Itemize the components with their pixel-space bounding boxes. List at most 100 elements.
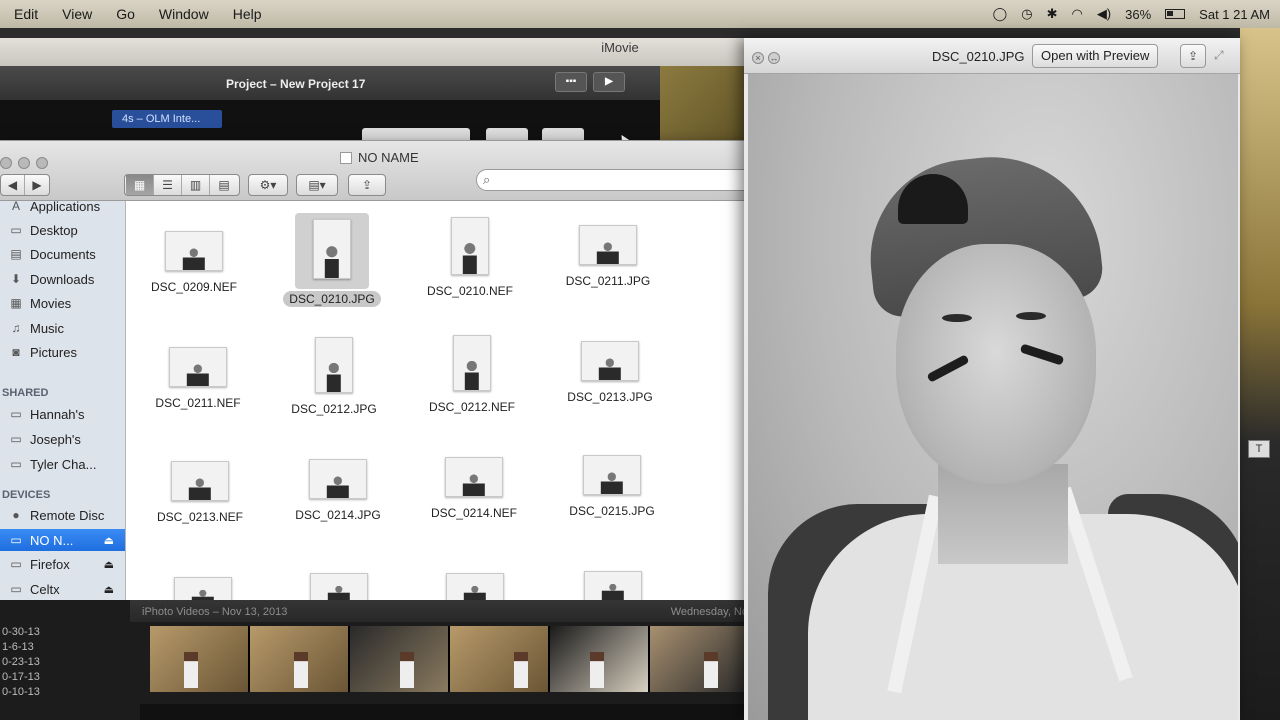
file-item[interactable]: DSC_0214.NEF [414, 457, 534, 557]
expand-icon[interactable]: ⤢ [1214, 48, 1224, 63]
image-thumbnail [445, 457, 503, 497]
image-thumbnail [581, 341, 639, 381]
event-date-item[interactable]: 0-17-13 [0, 671, 125, 686]
pictures-icon: ◙ [12, 345, 20, 359]
computer-icon: ▭ [10, 432, 22, 446]
volume-icon[interactable]: ◀) [1097, 6, 1111, 22]
open-with-preview-button[interactable]: Open with Preview [1032, 44, 1159, 68]
file-item[interactable]: DSC_0213.JPG [550, 341, 670, 441]
event-date-item[interactable]: 1-6-13 [0, 641, 125, 656]
sidebar-item-music[interactable]: ♫ Music [0, 317, 125, 339]
video-frame [650, 626, 748, 692]
finder-window: NO NAME ◀ ▶ ▦ ☰ ▥ ▤ ⚙▾ ▤▾ ⇪ ⌕ A Applicati… [0, 140, 752, 601]
minimize-button[interactable] [18, 157, 30, 169]
arrange-button[interactable]: ▤▾ [296, 174, 338, 196]
file-item[interactable]: DSC_0211.NEF [138, 347, 258, 447]
finder-title-text: NO NAME [358, 150, 419, 165]
clip-label[interactable]: 4s – OLM Inte... [112, 110, 222, 128]
coverflow-view-button[interactable]: ▤ [210, 175, 238, 195]
time-machine-icon[interactable]: ◷ [1021, 6, 1032, 22]
video-filmstrip[interactable] [150, 626, 752, 692]
sidebar-item-firefox[interactable]: ▭ Firefox ⏏ [0, 553, 125, 575]
file-item[interactable]: DSC_0214.JPG [278, 459, 398, 559]
project-toggle-button[interactable]: ▶ [593, 72, 625, 92]
sidebar-item-movies[interactable]: ▦ Movies [0, 292, 125, 314]
sidebar-item-no-name[interactable]: ▭ NO N... ⏏ [0, 529, 125, 551]
menu-edit[interactable]: Edit [14, 6, 38, 22]
file-item[interactable]: DSC_0209.NEF [134, 231, 254, 331]
file-item[interactable]: DSC_0210.NEF [410, 217, 530, 317]
menu-window[interactable]: Window [159, 6, 209, 22]
image-thumbnail[interactable] [446, 573, 504, 601]
zoom-button[interactable] [36, 157, 48, 169]
disk-icon [340, 151, 352, 164]
sidebar-item-remote-disc[interactable]: ● Remote Disc [0, 504, 125, 526]
menu-view[interactable]: View [62, 6, 92, 22]
image-thumbnail [171, 461, 229, 501]
fullscreen-icon[interactable]: ↔ [768, 52, 780, 64]
back-forward-control: ◀ ▶ [0, 174, 50, 196]
status-area: ◯ ◷ ✱ ◠ ◀) 36% Sat 1 21 AM [993, 0, 1270, 28]
sidebar-item-shared[interactable]: ▭ Hannah's [0, 403, 125, 425]
computer-icon: ▭ [10, 457, 22, 471]
sidebar-item-shared[interactable]: ▭ Tyler Cha... [0, 453, 125, 475]
sidebar-item-downloads[interactable]: ⬇ Downloads [0, 268, 125, 290]
wifi-icon[interactable]: ◠ [1071, 6, 1082, 22]
eject-icon[interactable]: ⏏ [104, 534, 114, 547]
sidebar-item-celtx[interactable]: ▭ Celtx ⏏ [0, 578, 125, 600]
quick-look-window: × ↔ DSC_0210.JPG Open with Preview ⇪ ⤢ [744, 38, 1240, 720]
quick-look-toolbar: × ↔ DSC_0210.JPG Open with Preview ⇪ ⤢ [744, 38, 1240, 74]
list-view-button[interactable]: ☰ [154, 175, 182, 195]
bluetooth-icon[interactable]: ✱ [1047, 6, 1058, 22]
project-view-button[interactable]: ▪▪▪ [555, 72, 587, 92]
share-icon[interactable]: ⇪ [1180, 44, 1206, 68]
video-frame [350, 626, 448, 692]
event-date-item[interactable]: 0-10-13 [0, 686, 125, 701]
eject-icon[interactable]: ⏏ [104, 558, 114, 571]
event-date-item[interactable]: 0-23-13 [0, 656, 125, 671]
close-icon[interactable]: × [752, 52, 764, 64]
event-date-item[interactable]: 0-30-13 [0, 626, 125, 641]
column-view-button[interactable]: ▥ [182, 175, 210, 195]
menu-help[interactable]: Help [233, 6, 262, 22]
action-button[interactable]: ⚙▾ [248, 174, 288, 196]
file-item[interactable]: DSC_0212.JPG [274, 337, 394, 437]
search-input[interactable]: ⌕ [476, 169, 752, 191]
close-button[interactable] [0, 157, 12, 169]
menu-go[interactable]: Go [116, 6, 135, 22]
file-item[interactable]: DSC_0215.JPG [552, 455, 672, 555]
sidebar-item-shared[interactable]: ▭ Joseph's [0, 428, 125, 450]
sidebar-heading-devices: DEVICES [2, 489, 51, 501]
video-filmstrip-secondary[interactable] [140, 704, 752, 720]
sidebar-item-documents[interactable]: ▤ Documents [0, 243, 125, 265]
battery-icon[interactable] [1165, 9, 1186, 19]
sidebar-item-applications[interactable]: A Applications [0, 201, 125, 217]
forward-button[interactable]: ▶ [25, 175, 49, 195]
eject-icon[interactable]: ⏏ [104, 583, 114, 596]
back-button[interactable]: ◀ [1, 175, 26, 195]
documents-icon: ▤ [10, 247, 22, 261]
share-icon: ⇪ [361, 178, 373, 192]
file-item[interactable]: DSC_0212.NEF [412, 335, 532, 435]
text-tool-button[interactable]: T [1248, 440, 1270, 458]
share-button[interactable]: ⇪ [348, 174, 386, 196]
gear-icon: ⚙▾ [259, 178, 277, 192]
image-thumbnail [579, 225, 637, 265]
image-thumbnail [451, 217, 489, 275]
file-item[interactable]: DSC_0213.NEF [140, 461, 260, 561]
image-thumbnail[interactable] [584, 571, 642, 601]
menu-clock[interactable]: Sat 1 21 AM [1199, 7, 1270, 22]
image-thumbnail[interactable] [174, 577, 232, 601]
file-item-selected[interactable]: DSC_0210.JPG [272, 213, 392, 313]
view-switcher: ▦ ☰ ▥ ▤ [124, 174, 240, 196]
drive-icon: ▭ [10, 533, 22, 547]
file-item[interactable]: DSC_0211.JPG [548, 225, 668, 325]
video-frame [250, 626, 348, 692]
sidebar-item-pictures[interactable]: ◙ Pictures [0, 341, 125, 363]
icon-view-button[interactable]: ▦ [126, 175, 154, 195]
notification-icon[interactable]: ◯ [993, 6, 1008, 22]
sidebar-item-desktop[interactable]: ▭ Desktop [0, 219, 125, 241]
image-thumbnail[interactable] [310, 573, 368, 601]
quick-look-filename: DSC_0210.JPG [932, 49, 1025, 64]
applications-icon: A [11, 201, 20, 213]
